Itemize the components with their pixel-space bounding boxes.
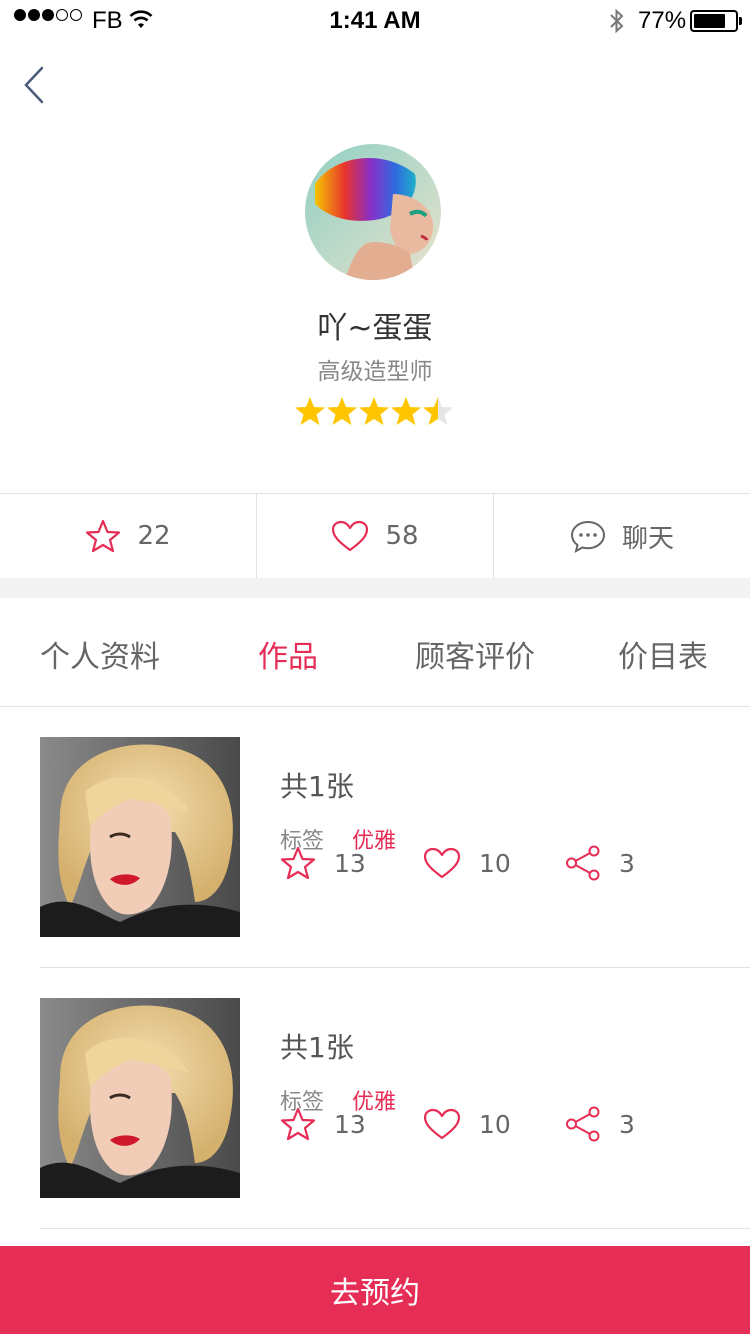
back-button[interactable] — [14, 62, 54, 108]
chat-label: 聊天 — [621, 523, 674, 554]
avatar — [305, 144, 441, 280]
like-count: 58 — [385, 521, 419, 551]
profile-tabs: 个人资料 作品 顾客评价 价目表 — [0, 598, 750, 707]
stylist-title: 高级造型师 — [317, 359, 433, 385]
bluetooth-icon — [610, 8, 624, 34]
work-count: 共1张 — [280, 770, 354, 803]
work-favorite-button[interactable]: 13 — [280, 845, 366, 881]
work-like-button[interactable]: 10 — [423, 845, 511, 881]
heart-outline-icon — [423, 847, 461, 879]
chat-button[interactable]: 聊天 — [494, 494, 750, 578]
heart-outline-icon — [332, 520, 369, 552]
work-share-button[interactable]: 3 — [565, 1106, 635, 1142]
battery-icon — [690, 10, 742, 32]
chat-bubble-icon — [570, 520, 605, 553]
tab-reviews[interactable]: 顾客评价 — [415, 632, 535, 676]
tab-price-list[interactable]: 价目表 — [618, 632, 708, 676]
work-thumbnail[interactable] — [40, 737, 240, 937]
work-count: 共1张 — [280, 1031, 354, 1064]
star-outline-icon — [280, 846, 316, 880]
stats-bar: 22 58 聊天 — [0, 493, 750, 578]
work-like-count: 10 — [479, 848, 511, 878]
star-icon — [295, 397, 325, 425]
favorite-button[interactable]: 22 — [0, 494, 257, 578]
like-button[interactable]: 58 — [257, 494, 494, 578]
star-outline-icon — [280, 1107, 316, 1141]
star-icon — [391, 397, 421, 425]
half-star-icon — [423, 397, 453, 425]
rating-stars — [294, 396, 454, 426]
work-favorite-count: 13 — [334, 848, 366, 878]
work-favorite-button[interactable]: 13 — [280, 1106, 366, 1142]
work-favorite-count: 13 — [334, 1109, 366, 1139]
favorite-count: 22 — [137, 521, 171, 551]
share-icon — [566, 1106, 600, 1142]
work-thumbnail[interactable] — [40, 998, 240, 1198]
book-appointment-button[interactable]: 去预约 — [0, 1246, 750, 1334]
heart-outline-icon — [423, 1108, 461, 1140]
battery-percent: 77% — [638, 7, 687, 34]
section-divider — [0, 578, 750, 598]
chevron-left-icon — [24, 66, 44, 104]
work-like-count: 10 — [479, 1109, 511, 1139]
work-share-count: 3 — [619, 848, 635, 878]
list-item: 共1张 标签 优雅 13 10 3 — [40, 707, 750, 968]
share-icon — [566, 845, 600, 881]
tab-works[interactable]: 作品 — [258, 632, 318, 676]
tab-profile-info[interactable]: 个人资料 — [40, 632, 160, 676]
star-outline-icon — [86, 519, 121, 553]
work-like-button[interactable]: 10 — [423, 1106, 511, 1142]
work-share-button[interactable]: 3 — [565, 845, 635, 881]
list-item: 共1张 标签 优雅 13 10 3 — [40, 968, 750, 1229]
status-bar: FB 1:41 AM 77% — [0, 0, 750, 40]
stylist-name: 吖~蛋蛋 — [317, 311, 433, 346]
work-share-count: 3 — [619, 1109, 635, 1139]
star-icon — [327, 397, 357, 425]
star-icon — [359, 397, 389, 425]
